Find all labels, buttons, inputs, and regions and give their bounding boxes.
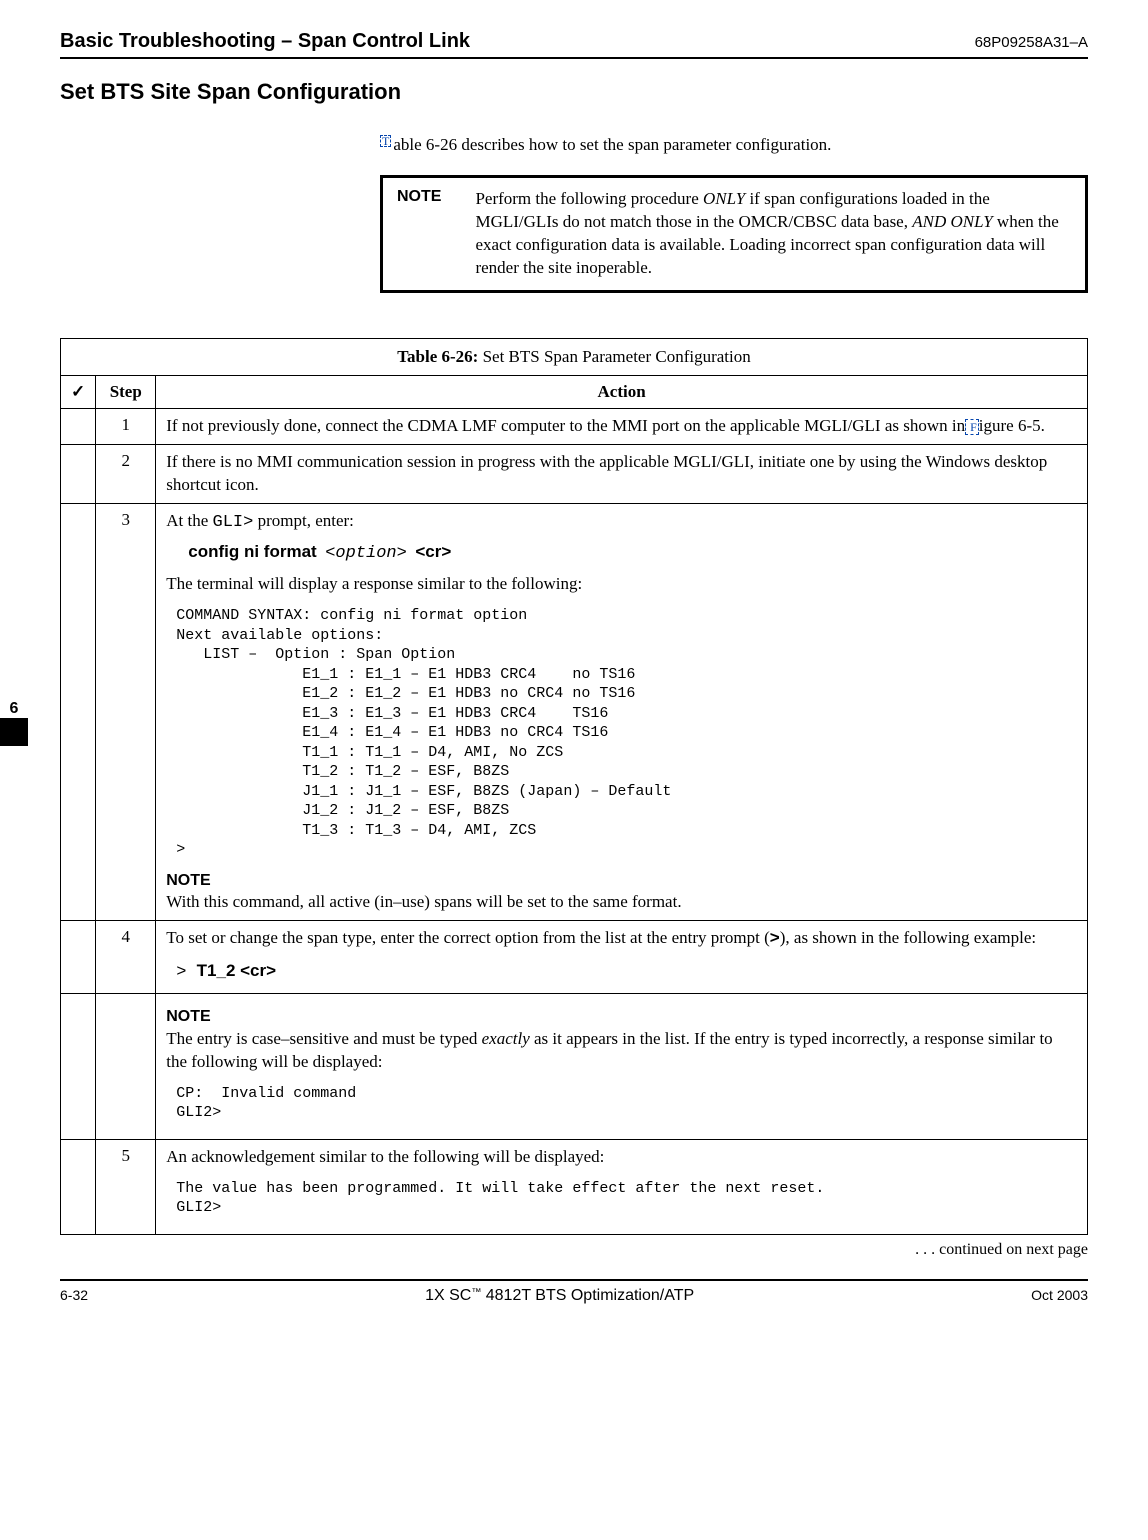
action-cell: To set or change the span type, enter th… — [156, 921, 1088, 994]
page-footer: 6-32 1X SC™ 4812T BTS Optimization/ATP O… — [60, 1279, 1088, 1305]
continued-text: . . . continued on next page — [60, 1241, 1088, 1259]
footer-date: Oct 2003 — [1031, 1287, 1088, 1303]
col-step: Step — [96, 375, 156, 408]
terminal-output: COMMAND SYNTAX: config ni format option … — [176, 606, 1077, 860]
step-cell: 4 — [96, 921, 156, 994]
check-cell[interactable] — [61, 408, 96, 444]
terminal-output: The value has been programmed. It will t… — [176, 1179, 1077, 1218]
step-cell: 5 — [96, 1139, 156, 1234]
table-row: 4 To set or change the span type, enter … — [61, 921, 1088, 994]
chapter-tab: 6 — [0, 700, 28, 746]
action-cell: If there is no MMI communication session… — [156, 444, 1088, 503]
table-row: 1 If not previously done, connect the CD… — [61, 408, 1088, 444]
table-row: 3 At the GLI> prompt, enter: config ni f… — [61, 503, 1088, 921]
inline-note-label: NOTE — [166, 1006, 1077, 1028]
inline-note-label: NOTE — [166, 870, 1077, 892]
procedure-table: Table 6-26: Set BTS Span Parameter Confi… — [60, 338, 1088, 1235]
table-caption-row: Table 6-26: Set BTS Span Parameter Confi… — [61, 338, 1088, 375]
action-cell: If not previously done, connect the CDMA… — [156, 408, 1088, 444]
section-title: Set BTS Site Span Configuration — [60, 79, 1088, 105]
terminal-output: CP: Invalid command GLI2> — [176, 1084, 1077, 1123]
step-cell: 1 — [96, 408, 156, 444]
chapter-number: 6 — [0, 700, 28, 718]
note-body: Perform the following procedure ONLY if … — [475, 188, 1071, 280]
example-line: > T1_2 <cr> — [176, 960, 1077, 985]
col-action: Action — [156, 375, 1088, 408]
step-cell: 3 — [96, 503, 156, 921]
step-cell — [96, 994, 156, 1139]
footer-doc-title: 1X SC™ 4812T BTS Optimization/ATP — [425, 1287, 694, 1305]
table-header-row: ✓ Step Action — [61, 375, 1088, 408]
table-row: 5 An acknowledgement similar to the foll… — [61, 1139, 1088, 1234]
table-row: 2 If there is no MMI communication sessi… — [61, 444, 1088, 503]
table-row: NOTE The entry is case–sensitive and mus… — [61, 994, 1088, 1139]
chapter-tab-marker — [0, 718, 28, 746]
action-cell: An acknowledgement similar to the follow… — [156, 1139, 1088, 1234]
table-caption: Table 6-26: Set BTS Span Parameter Confi… — [61, 338, 1088, 375]
note-box: NOTE Perform the following procedure ONL… — [380, 175, 1088, 293]
command-line: config ni format <option> <cr> — [188, 541, 1077, 566]
note-label: NOTE — [397, 188, 441, 206]
intro-text-body: able 6-26 describes how to set the span … — [393, 135, 831, 154]
action-cell: NOTE The entry is case–sensitive and mus… — [156, 994, 1088, 1139]
col-check: ✓ — [61, 375, 96, 408]
intro-text: Table 6-26 describes how to set the span… — [380, 135, 1088, 155]
check-cell[interactable] — [61, 1139, 96, 1234]
header-title: Basic Troubleshooting – Span Control Lin… — [60, 30, 470, 53]
table-ref-link[interactable]: T — [380, 135, 391, 147]
check-cell — [61, 994, 96, 1139]
figure-ref-link[interactable]: F — [965, 419, 979, 435]
check-cell[interactable] — [61, 444, 96, 503]
footer-page-number: 6-32 — [60, 1287, 88, 1303]
step-cell: 2 — [96, 444, 156, 503]
action-cell: At the GLI> prompt, enter: config ni for… — [156, 503, 1088, 921]
header-docnum: 68P09258A31–A — [975, 34, 1088, 51]
page-header: Basic Troubleshooting – Span Control Lin… — [60, 30, 1088, 59]
check-cell[interactable] — [61, 503, 96, 921]
check-cell[interactable] — [61, 921, 96, 994]
